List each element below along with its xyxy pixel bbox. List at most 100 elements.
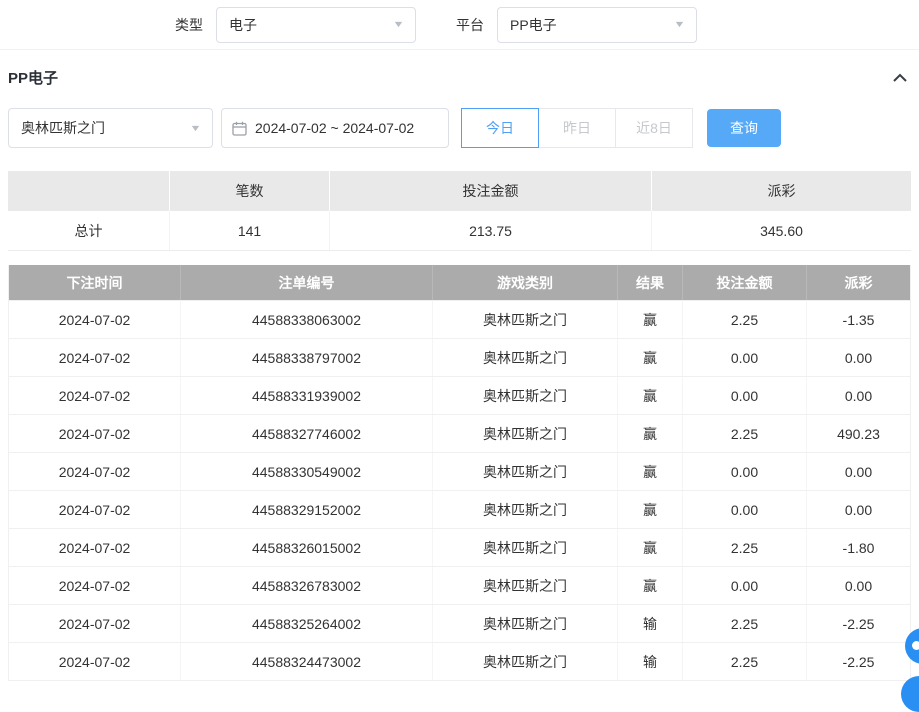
- summary-header-row: 笔数 投注金额 派彩: [8, 171, 911, 211]
- bet-id-cell: 44588325264002: [181, 605, 433, 642]
- table-row: 2024-07-02 44588330549002 奥林匹斯之门 赢 0.00 …: [9, 452, 910, 490]
- chevron-down-icon: ▼: [392, 20, 404, 29]
- section-header: PP电子: [0, 50, 919, 100]
- game-cell: 奥林匹斯之门: [433, 339, 618, 376]
- quick-range-group: 今日 昨日 近8日: [461, 108, 693, 148]
- game-cell: 奥林匹斯之门: [433, 453, 618, 490]
- bet-time-cell: 2024-07-02: [9, 415, 181, 452]
- records-table: 下注时间 注单编号 游戏类别 结果 投注金额 派彩 2024-07-02 445…: [8, 265, 911, 681]
- bet-id-cell: 44588324473002: [181, 643, 433, 680]
- amount-cell: 2.25: [683, 415, 807, 452]
- header-game-type: 游戏类别: [433, 265, 618, 300]
- game-select[interactable]: 奥林匹斯之门 ▼: [8, 108, 213, 148]
- table-row: 2024-07-02 44588324473002 奥林匹斯之门 输 2.25 …: [9, 642, 910, 680]
- type-select[interactable]: 电子 ▼: [216, 7, 416, 43]
- bet-time-cell: 2024-07-02: [9, 339, 181, 376]
- summary-header-payout: 派彩: [652, 171, 911, 211]
- amount-cell: 2.25: [683, 529, 807, 566]
- yesterday-button[interactable]: 昨日: [538, 108, 616, 148]
- bet-time-cell: 2024-07-02: [9, 529, 181, 566]
- bet-time-cell: 2024-07-02: [9, 453, 181, 490]
- table-row: 2024-07-02 44588325264002 奥林匹斯之门 输 2.25 …: [9, 604, 910, 642]
- game-cell: 奥林匹斯之门: [433, 605, 618, 642]
- amount-cell: 0.00: [683, 567, 807, 604]
- bet-time-cell: 2024-07-02: [9, 567, 181, 604]
- header-bet-time: 下注时间: [9, 265, 181, 300]
- summary-total-payout: 345.60: [652, 211, 911, 250]
- last-8-days-button[interactable]: 近8日: [615, 108, 693, 148]
- table-row: 2024-07-02 44588326015002 奥林匹斯之门 赢 2.25 …: [9, 528, 910, 566]
- game-cell: 奥林匹斯之门: [433, 643, 618, 680]
- amount-cell: 0.00: [683, 377, 807, 414]
- collapse-chevron-up-icon[interactable]: [893, 73, 907, 82]
- payout-cell: 0.00: [807, 491, 910, 528]
- today-button[interactable]: 今日: [461, 108, 539, 148]
- summary-total-row: 总计 141 213.75 345.60: [8, 211, 911, 251]
- table-row: 2024-07-02 44588338797002 奥林匹斯之门 赢 0.00 …: [9, 338, 910, 376]
- platform-select[interactable]: PP电子 ▼: [497, 7, 697, 43]
- summary-total-label: 总计: [8, 211, 170, 250]
- top-filter-bar: 类型 电子 ▼ 平台 PP电子 ▼: [0, 0, 919, 50]
- result-cell: 赢: [618, 529, 683, 566]
- records-header-row: 下注时间 注单编号 游戏类别 结果 投注金额 派彩: [9, 265, 910, 300]
- header-result: 结果: [618, 265, 683, 300]
- result-cell: 赢: [618, 567, 683, 604]
- table-row: 2024-07-02 44588327746002 奥林匹斯之门 赢 2.25 …: [9, 414, 910, 452]
- summary-total-amount: 213.75: [330, 211, 652, 250]
- table-row: 2024-07-02 44588338063002 奥林匹斯之门 赢 2.25 …: [9, 300, 910, 338]
- amount-cell: 2.25: [683, 301, 807, 338]
- platform-select-value: PP电子: [510, 15, 557, 35]
- game-cell: 奥林匹斯之门: [433, 491, 618, 528]
- amount-cell: 2.25: [683, 643, 807, 680]
- game-cell: 奥林匹斯之门: [433, 301, 618, 338]
- amount-cell: 0.00: [683, 339, 807, 376]
- bet-id-cell: 44588338063002: [181, 301, 433, 338]
- amount-cell: 2.25: [683, 605, 807, 642]
- bet-time-cell: 2024-07-02: [9, 377, 181, 414]
- summary-header-count: 笔数: [170, 171, 330, 211]
- amount-cell: 0.00: [683, 453, 807, 490]
- date-range-input[interactable]: 2024-07-02 ~ 2024-07-02: [221, 108, 449, 148]
- header-bet-id: 注单编号: [181, 265, 433, 300]
- payout-cell: 0.00: [807, 339, 910, 376]
- filter-row: 奥林匹斯之门 ▼ 2024-07-02 ~ 2024-07-02 今日 昨日 近…: [0, 100, 919, 148]
- game-cell: 奥林匹斯之门: [433, 567, 618, 604]
- summary-header-amount: 投注金额: [330, 171, 652, 211]
- result-cell: 赢: [618, 301, 683, 338]
- result-cell: 赢: [618, 491, 683, 528]
- bet-id-cell: 44588331939002: [181, 377, 433, 414]
- date-range-value: 2024-07-02 ~ 2024-07-02: [255, 120, 414, 136]
- secondary-float-button[interactable]: [901, 676, 919, 712]
- result-cell: 赢: [618, 415, 683, 452]
- chevron-down-icon: ▼: [673, 20, 685, 29]
- bet-id-cell: 44588326783002: [181, 567, 433, 604]
- payout-cell: -2.25: [807, 605, 910, 642]
- query-button[interactable]: 查询: [707, 109, 781, 147]
- payout-cell: 0.00: [807, 377, 910, 414]
- game-cell: 奥林匹斯之门: [433, 415, 618, 452]
- result-cell: 输: [618, 643, 683, 680]
- summary-header-empty: [8, 171, 170, 211]
- game-select-value: 奥林匹斯之门: [21, 118, 105, 138]
- table-row: 2024-07-02 44588326783002 奥林匹斯之门 赢 0.00 …: [9, 566, 910, 604]
- payout-cell: 490.23: [807, 415, 910, 452]
- bet-id-cell: 44588326015002: [181, 529, 433, 566]
- bet-time-cell: 2024-07-02: [9, 605, 181, 642]
- bet-time-cell: 2024-07-02: [9, 491, 181, 528]
- amount-cell: 0.00: [683, 491, 807, 528]
- game-cell: 奥林匹斯之门: [433, 529, 618, 566]
- bet-id-cell: 44588329152002: [181, 491, 433, 528]
- header-bet-amount: 投注金额: [683, 265, 807, 300]
- bet-id-cell: 44588330549002: [181, 453, 433, 490]
- chevron-down-icon: ▼: [189, 124, 201, 133]
- bet-time-cell: 2024-07-02: [9, 301, 181, 338]
- result-cell: 赢: [618, 339, 683, 376]
- bet-id-cell: 44588338797002: [181, 339, 433, 376]
- summary-total-count: 141: [170, 211, 330, 250]
- payout-cell: 0.00: [807, 453, 910, 490]
- result-cell: 赢: [618, 453, 683, 490]
- bet-time-cell: 2024-07-02: [9, 643, 181, 680]
- calendar-icon: [232, 121, 247, 136]
- payout-cell: -1.35: [807, 301, 910, 338]
- table-row: 2024-07-02 44588329152002 奥林匹斯之门 赢 0.00 …: [9, 490, 910, 528]
